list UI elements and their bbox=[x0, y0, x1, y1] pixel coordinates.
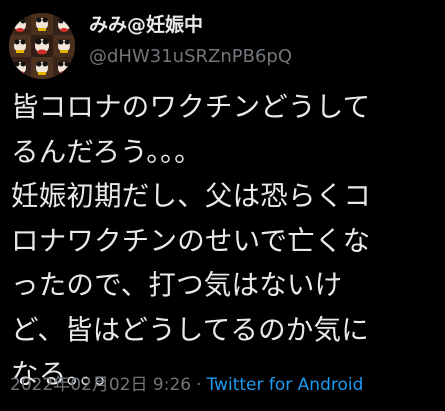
tweet: みみ@妊娠中 @dHW31uSRZnPB6pQ 皆コロナのワクチンどうして るん… bbox=[0, 0, 445, 411]
tweet-text-line: 皆コロナのワクチンどうして bbox=[11, 91, 371, 123]
avatar-image-icon bbox=[9, 13, 75, 79]
tweet-meta: 2022年02月02日 9:26 · Twitter for Android bbox=[10, 372, 363, 398]
tweet-text-line: ったので、打つ気はないけ bbox=[11, 269, 343, 301]
display-name[interactable]: みみ@妊娠中 bbox=[89, 12, 435, 38]
tweet-text-line: 妊娠初期だし、父は恐らくコ bbox=[11, 180, 372, 212]
tweet-text: 皆コロナのワクチンどうして るんだろう。。。 妊娠初期だし、父は恐らくコ ロナワ… bbox=[11, 85, 441, 397]
meta-separator: · bbox=[196, 375, 202, 395]
tweet-text-line: ど、皆はどうしてるのか気に bbox=[11, 313, 369, 346]
tweet-timestamp[interactable]: 2022年02月02日 9:26 bbox=[10, 375, 191, 395]
user-handle[interactable]: @dHW31uSRZnPB6pQ bbox=[89, 44, 435, 70]
tweet-text-line: ロナワクチンのせいで亡くな bbox=[11, 224, 371, 257]
tweet-author: みみ@妊娠中 @dHW31uSRZnPB6pQ bbox=[89, 12, 435, 70]
avatar[interactable] bbox=[9, 13, 75, 79]
tweet-text-line: るんだろう。。。 bbox=[11, 135, 202, 168]
tweet-source-link[interactable]: Twitter for Android bbox=[207, 375, 364, 395]
